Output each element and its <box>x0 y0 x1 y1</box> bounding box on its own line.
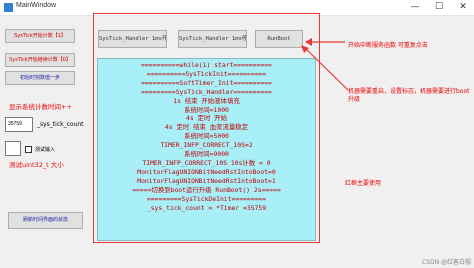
minimize-button[interactable]: — <box>404 0 426 15</box>
run-boot-button[interactable]: RunBoot <box>255 30 303 48</box>
log-line: 系统时间=9000 <box>184 150 229 159</box>
red-frame-note: 红框主要使用 <box>345 180 382 187</box>
close-button[interactable]: ✕ <box>452 0 474 15</box>
reboot-note: 机器需要重启，设置标志，机器需要进行boot升级 <box>348 88 470 103</box>
log-line: TIMER_INFP_CORRECT_10S=2 <box>160 141 253 150</box>
log-line: 4s 定时 开始 <box>186 114 227 123</box>
refresh-state-button[interactable]: 刷新时间界面的状态 <box>8 212 83 229</box>
log-line: ==========SysTickInit========== <box>146 69 267 78</box>
log-line: =========SysTickDeInit========= <box>146 194 267 203</box>
log-line: ==========while(1) start========== <box>141 61 272 69</box>
log-line: 4s 定时 结束 血浆流量稳定 <box>164 123 249 132</box>
client-area: SysTick开始计数【1】 SysTick开始继续计数【0】 初始时刻数值一步… <box>0 13 474 268</box>
log-line: 1s 结束 开始液体填充 <box>173 96 240 105</box>
test-input[interactable] <box>5 141 21 156</box>
start-interrupt-note: 开始中断服务函数 可重复点击 <box>348 42 428 49</box>
timer-note-label: 显示系统计数时间++ <box>9 103 72 111</box>
log-line: ==========SoftTimer_Init========== <box>141 78 272 87</box>
log-line: MonitorFlagUNIONBitNeedRstIntoBoot=1 <box>137 176 276 185</box>
maximize-button[interactable]: ☐ <box>428 0 450 15</box>
app-icon <box>4 3 13 12</box>
reset-count-button[interactable]: 初始时刻数值一步 <box>5 71 75 85</box>
test-input-label: 测试输入 <box>35 147 56 153</box>
log-line: TIMER_INFP_CORRECT_10S 10s计数 = 0 <box>142 158 271 167</box>
systick-handler-stop-button[interactable]: SysTick_Handler 1ms停止 <box>178 30 247 48</box>
test-input-checkbox[interactable] <box>25 146 32 153</box>
systick-handler-start-button[interactable]: SysTick_Handler 1ms开始 <box>98 30 167 48</box>
window-title: MainWindow <box>16 2 57 9</box>
log-line: MonitorFlagUNIONBitNeedRstIntoBoot=0 <box>137 167 276 176</box>
tick-count-input[interactable]: 35759 <box>5 117 33 132</box>
systick-restart-button[interactable]: SysTick开始继续计数【0】 <box>5 53 75 67</box>
sys-tick-count-label: _sys_tick_count <box>37 121 84 128</box>
watermark: CSDN @红客白帽 <box>421 259 471 266</box>
log-line: _sys_tick_count = *Timer =35759 <box>146 203 267 212</box>
uint32-size-label: 测试uint32_t 大小 <box>9 161 64 169</box>
log-line: 系统时间=5000 <box>184 132 229 141</box>
log-output[interactable]: ==========while(1) start========== =====… <box>97 58 316 241</box>
systick-start-button[interactable]: SysTick开始计数【1】 <box>5 29 75 43</box>
log-line: =====切换到boot运行升级 RunBoot() 2s===== <box>132 185 281 194</box>
arrow-to-reboot-note-icon <box>301 45 349 91</box>
log-line: =========SysTick_Handler========== <box>141 87 272 96</box>
